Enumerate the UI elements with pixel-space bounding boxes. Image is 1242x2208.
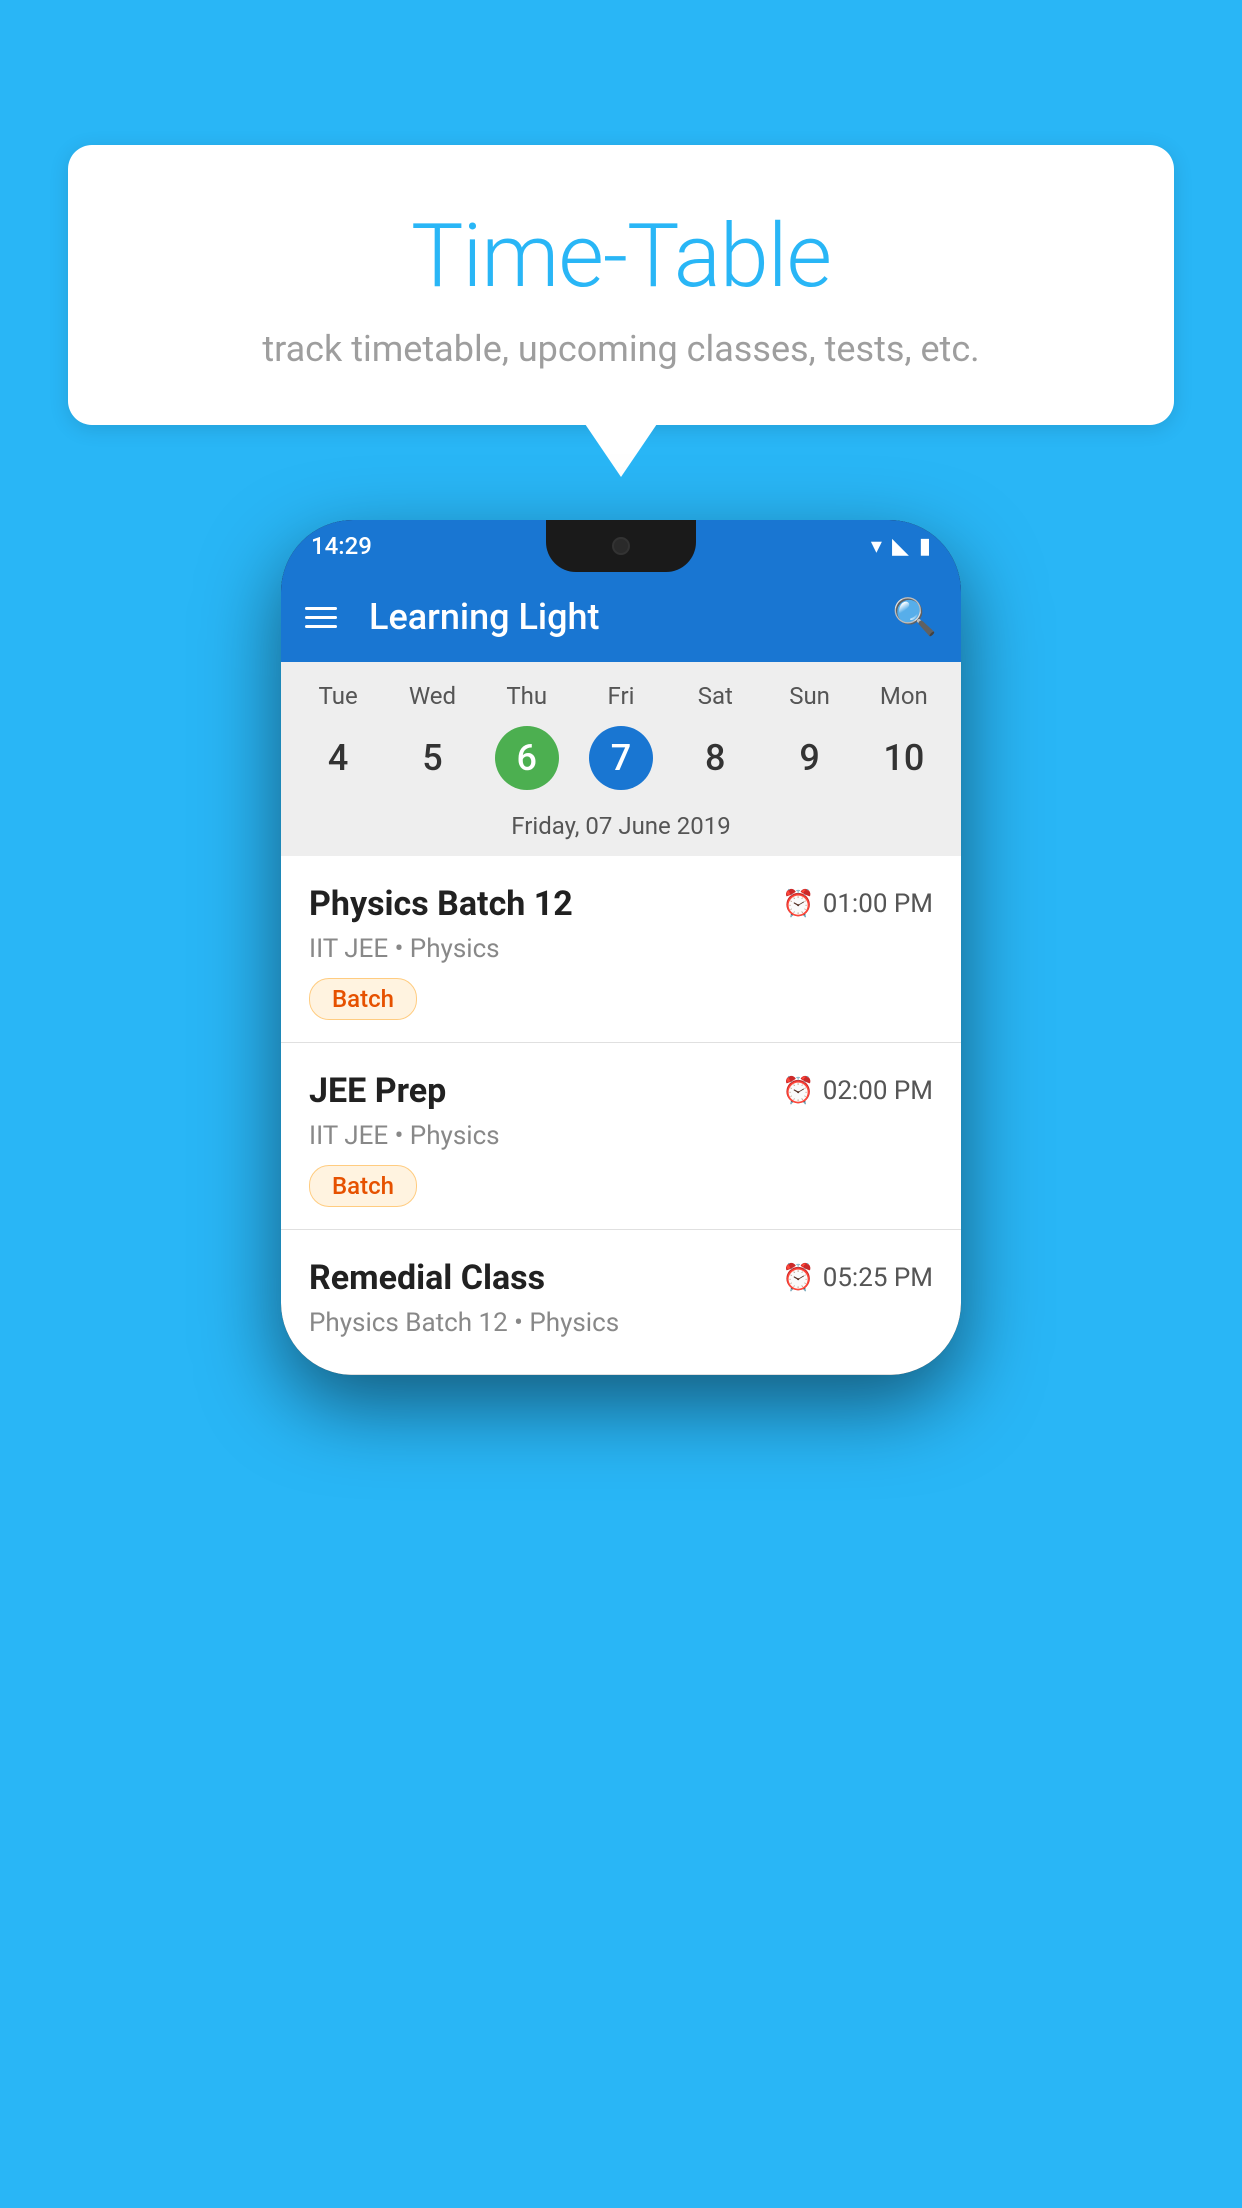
notch [546,520,696,572]
signal-icon: ◣ [892,534,909,559]
batch-badge-1: Batch [309,978,417,1020]
schedule-list: Physics Batch 12 ⏰ 01:00 PM IIT JEE • Ph… [281,856,961,1375]
day-name-tue: Tue [291,682,385,718]
schedule-time-value-2: 02:00 PM [823,1076,933,1106]
schedule-item-time-1: ⏰ 01:00 PM [782,889,933,919]
phone-screen: 14:29 ▾ ◣ ▮ Learning Light [281,520,961,1375]
selected-date-label: Friday, 07 June 2019 [281,806,961,856]
app-bar: Learning Light 🔍 [281,572,961,662]
status-icons: ▾ ◣ ▮ [871,534,931,559]
battery-icon: ▮ [919,534,931,559]
hamburger-line-2 [305,616,337,619]
schedule-item-subtitle-2: IIT JEE • Physics [309,1121,933,1151]
clock-icon-3: ⏰ [782,1263,814,1293]
day-6-today[interactable]: 6 [495,726,559,790]
speech-bubble-container: Time-Table track timetable, upcoming cla… [68,145,1174,425]
schedule-item-subtitle-3: Physics Batch 12 • Physics [309,1308,933,1338]
schedule-time-value-1: 01:00 PM [823,889,933,919]
speech-bubble-title: Time-Table [108,205,1134,308]
schedule-item-title-2: JEE Prep [309,1071,446,1111]
day-4[interactable]: 4 [291,726,385,790]
status-time: 14:29 [311,532,372,560]
day-10[interactable]: 10 [857,726,951,790]
search-icon[interactable]: 🔍 [892,596,937,638]
clock-icon-2: ⏰ [782,1076,814,1106]
day-8[interactable]: 8 [668,726,762,790]
schedule-item-3[interactable]: Remedial Class ⏰ 05:25 PM Physics Batch … [281,1230,961,1375]
app-title: Learning Light [369,596,868,638]
day-numbers-row: 4 5 6 7 8 9 10 [281,718,961,806]
day-name-thu: Thu [480,682,574,718]
wifi-icon: ▾ [871,534,882,559]
camera-dot [612,537,630,555]
speech-bubble-subtitle: track timetable, upcoming classes, tests… [108,328,1134,370]
phone-frame: 14:29 ▾ ◣ ▮ Learning Light [281,520,961,1375]
hamburger-menu-icon[interactable] [305,607,337,628]
day-name-fri: Fri [574,682,668,718]
schedule-item-2[interactable]: JEE Prep ⏰ 02:00 PM IIT JEE • Physics Ba… [281,1043,961,1230]
calendar-week: Tue Wed Thu Fri Sat Sun Mon 4 5 6 7 8 9 … [281,662,961,856]
day-name-sun: Sun [762,682,856,718]
day-name-sat: Sat [668,682,762,718]
hamburger-line-3 [305,625,337,628]
schedule-item-title-3: Remedial Class [309,1258,545,1298]
schedule-item-1[interactable]: Physics Batch 12 ⏰ 01:00 PM IIT JEE • Ph… [281,856,961,1043]
day-7-selected[interactable]: 7 [589,726,653,790]
day-9[interactable]: 9 [762,726,856,790]
schedule-item-header-1: Physics Batch 12 ⏰ 01:00 PM [309,884,933,924]
day-5[interactable]: 5 [385,726,479,790]
hamburger-line-1 [305,607,337,610]
status-bar: 14:29 ▾ ◣ ▮ [281,520,961,572]
speech-bubble: Time-Table track timetable, upcoming cla… [68,145,1174,425]
schedule-item-header-3: Remedial Class ⏰ 05:25 PM [309,1258,933,1298]
clock-icon-1: ⏰ [782,889,814,919]
schedule-item-time-3: ⏰ 05:25 PM [782,1263,933,1293]
batch-badge-2: Batch [309,1165,417,1207]
schedule-item-time-2: ⏰ 02:00 PM [782,1076,933,1106]
day-name-mon: Mon [857,682,951,718]
schedule-time-value-3: 05:25 PM [823,1263,933,1293]
phone-container: 14:29 ▾ ◣ ▮ Learning Light [281,520,961,1375]
day-name-wed: Wed [385,682,479,718]
schedule-item-header-2: JEE Prep ⏰ 02:00 PM [309,1071,933,1111]
schedule-item-subtitle-1: IIT JEE • Physics [309,934,933,964]
schedule-item-title-1: Physics Batch 12 [309,884,573,924]
day-names-row: Tue Wed Thu Fri Sat Sun Mon [281,682,961,718]
